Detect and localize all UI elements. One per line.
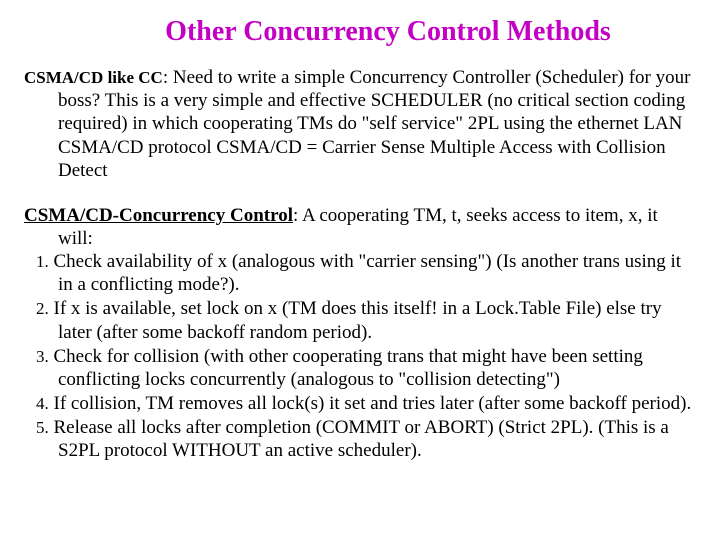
list-item: 3. Check for collision (with other coope…	[24, 345, 692, 391]
item-number: 2.	[36, 299, 49, 318]
section-csma-cc: CSMA/CD-Concurrency Control: A cooperati…	[24, 204, 692, 463]
item-text: Release all locks after completion (COMM…	[54, 417, 669, 461]
item-text: Check for collision (with other cooperat…	[54, 346, 643, 390]
item-text: If collision, TM removes all lock(s) it …	[54, 393, 692, 414]
list-item: 4. If collision, TM removes all lock(s) …	[24, 392, 692, 415]
item-number: 4.	[36, 394, 49, 413]
item-number: 1.	[36, 252, 49, 271]
item-number: 5.	[36, 418, 49, 437]
item-text: Check availability of x (analogous with …	[54, 251, 682, 295]
lead-csma-cc: CSMA/CD-Concurrency Control	[24, 205, 293, 226]
list-item: 5. Release all locks after completion (C…	[24, 416, 692, 462]
intro-tail2: will:	[24, 228, 692, 250]
intro-tail: : A cooperating TM, t, seeks access to i…	[293, 205, 658, 226]
list-item: 1. Check availability of x (analogous wi…	[24, 250, 692, 296]
item-number: 3.	[36, 347, 49, 366]
item-text: If x is available, set lock on x (TM doe…	[54, 298, 662, 342]
list-item: 2. If x is available, set lock on x (TM …	[24, 297, 692, 343]
lead-csma-like-cc: CSMA/CD like CC	[24, 68, 163, 87]
page-title: Other Concurrency Control Methods	[24, 16, 692, 48]
intro-line: CSMA/CD-Concurrency Control: A cooperati…	[24, 204, 692, 227]
slide: Other Concurrency Control Methods CSMA/C…	[0, 0, 720, 540]
section-csma-like-cc: CSMA/CD like CC: Need to write a simple …	[24, 66, 692, 182]
